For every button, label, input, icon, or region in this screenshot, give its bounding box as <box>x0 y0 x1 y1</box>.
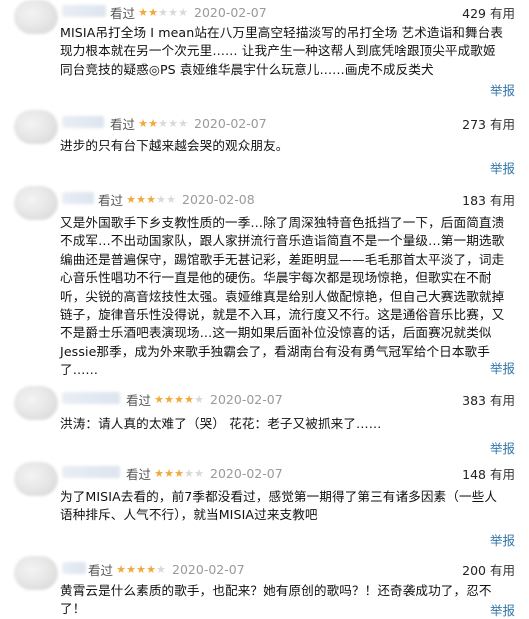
useful-votes: 200 有用 <box>462 560 515 579</box>
useful-count: 148 <box>462 467 486 482</box>
comment-text: 进步的只有台下越来越会哭的观众朋友。 <box>60 138 289 153</box>
star-filled-icon: ★ <box>148 116 158 130</box>
star-filled-icon: ★ <box>136 562 146 576</box>
comment-text: 洪涛：请人真的太难了（哭） 花花：老子又被抓来了…… <box>60 416 382 431</box>
comment-feed: 看过 ★ ★ ★ ★ ★ 2020-02-07 429 有用 MISIA吊打全场 I m… <box>0 0 529 619</box>
star-empty-icon: ★ <box>184 466 194 480</box>
star-filled-icon: ★ <box>174 466 184 480</box>
username-blurred[interactable] <box>62 466 120 478</box>
star-filled-icon: ★ <box>126 562 136 576</box>
rating-stars: ★ ★ ★ ★ ★ <box>154 466 204 480</box>
star-empty-icon: ★ <box>194 466 204 480</box>
useful-votes: 383 有用 <box>462 390 515 409</box>
comment-item: 看过 ★ ★ ★ ★ ★ 2020-02-08 183 有用 又是外国歌手下乡支教性质的… <box>0 184 529 377</box>
rating-stars: ★ ★ ★ ★ ★ <box>154 392 204 406</box>
watched-label: 看过 <box>126 467 152 482</box>
comment-item: 看过 ★ ★ ★ ★ ★ 2020-02-07 148 有用 为了MISIA去看的，前7… <box>0 458 529 548</box>
useful-label[interactable]: 有用 <box>490 117 515 132</box>
username-blurred[interactable] <box>62 116 104 128</box>
useful-votes: 429 有用 <box>462 3 515 22</box>
star-filled-icon: ★ <box>184 392 194 406</box>
useful-count: 429 <box>462 6 486 21</box>
useful-count: 273 <box>462 117 486 132</box>
useful-votes: 183 有用 <box>462 190 515 209</box>
useful-count: 200 <box>462 563 486 578</box>
comment-text: 又是外国歌手下乡支教性质的一季…除了周深独特音色抵挡了一下，后面简直溃不成军…不… <box>60 215 505 378</box>
useful-label[interactable]: 有用 <box>490 6 515 21</box>
comment-date: 2020-02-08 <box>182 192 255 207</box>
star-empty-icon: ★ <box>168 5 178 19</box>
watched-label: 看过 <box>98 193 124 208</box>
comment-item: 看过 ★ ★ ★ ★ ★ 2020-02-07 200 有用 黄霄云是什么素质的歌手，也… <box>0 556 529 619</box>
useful-count: 383 <box>462 393 486 408</box>
rating-stars: ★ ★ ★ ★ ★ <box>138 5 188 19</box>
report-link[interactable]: 举报 <box>490 358 515 377</box>
star-empty-icon: ★ <box>168 116 178 130</box>
report-link[interactable]: 举报 <box>490 80 515 99</box>
star-filled-icon: ★ <box>148 5 158 19</box>
comment-date: 2020-02-07 <box>210 392 283 407</box>
useful-votes: 273 有用 <box>462 114 515 133</box>
rating-stars: ★ ★ ★ ★ ★ <box>126 192 176 206</box>
username-blurred[interactable] <box>62 562 86 574</box>
report-link[interactable]: 举报 <box>490 158 515 177</box>
star-filled-icon: ★ <box>164 392 174 406</box>
star-empty-icon: ★ <box>178 116 188 130</box>
useful-label[interactable]: 有用 <box>490 393 515 408</box>
comment-text: 为了MISIA去看的，前7季都没看过，感觉第一期得了第三有诸多因素（一些人语种排… <box>60 489 498 523</box>
star-filled-icon: ★ <box>138 116 148 130</box>
report-link[interactable]: 举报 <box>490 600 515 619</box>
star-filled-icon: ★ <box>164 466 174 480</box>
star-empty-icon: ★ <box>166 192 176 206</box>
report-link[interactable]: 举报 <box>490 530 515 549</box>
star-empty-icon: ★ <box>158 116 168 130</box>
star-filled-icon: ★ <box>138 5 148 19</box>
comment-date: 2020-02-07 <box>194 116 267 131</box>
comment-text: 黄霄云是什么素质的歌手，也配来？她有原创的歌吗？！还奇袭成功了，忍不了！ <box>60 583 492 617</box>
useful-count: 183 <box>462 193 486 208</box>
comment-date: 2020-02-07 <box>194 5 267 20</box>
rating-stars: ★ ★ ★ ★ ★ <box>138 116 188 130</box>
star-empty-icon: ★ <box>194 392 204 406</box>
comment-date: 2020-02-07 <box>210 466 283 481</box>
star-empty-icon: ★ <box>156 192 166 206</box>
useful-label[interactable]: 有用 <box>490 467 515 482</box>
star-filled-icon: ★ <box>116 562 126 576</box>
username-blurred[interactable] <box>62 392 120 404</box>
star-filled-icon: ★ <box>154 466 164 480</box>
useful-label[interactable]: 有用 <box>490 193 515 208</box>
username-blurred[interactable] <box>62 192 94 204</box>
comment-date: 2020-02-07 <box>172 562 245 577</box>
star-filled-icon: ★ <box>174 392 184 406</box>
star-filled-icon: ★ <box>136 192 146 206</box>
star-empty-icon: ★ <box>158 5 168 19</box>
comment-item: 看过 ★ ★ ★ ★ ★ 2020-02-07 383 有用 洪涛：请人真的太难了（哭）… <box>0 386 529 456</box>
star-empty-icon: ★ <box>178 5 188 19</box>
watched-label: 看过 <box>110 6 136 21</box>
comment-item: 看过 ★ ★ ★ ★ ★ 2020-02-07 273 有用 进步的只有台下越来越会哭的… <box>0 108 529 180</box>
star-filled-icon: ★ <box>154 392 164 406</box>
watched-label: 看过 <box>126 393 152 408</box>
watched-label: 看过 <box>110 117 136 132</box>
rating-stars: ★ ★ ★ ★ ★ <box>116 562 166 576</box>
comment-text: MISIA吊打全场 I mean站在八万里高空轻描淡写的吊打全场 艺术造诣和舞台… <box>60 25 504 77</box>
useful-votes: 148 有用 <box>462 464 515 483</box>
username-blurred[interactable] <box>62 5 106 17</box>
star-empty-icon: ★ <box>156 562 166 576</box>
star-filled-icon: ★ <box>126 192 136 206</box>
star-filled-icon: ★ <box>146 562 156 576</box>
comment-item: 看过 ★ ★ ★ ★ ★ 2020-02-07 429 有用 MISIA吊打全场 I m… <box>0 0 529 108</box>
star-filled-icon: ★ <box>146 192 156 206</box>
useful-label[interactable]: 有用 <box>490 563 515 578</box>
report-link[interactable]: 举报 <box>490 438 515 457</box>
watched-label: 看过 <box>88 563 114 578</box>
